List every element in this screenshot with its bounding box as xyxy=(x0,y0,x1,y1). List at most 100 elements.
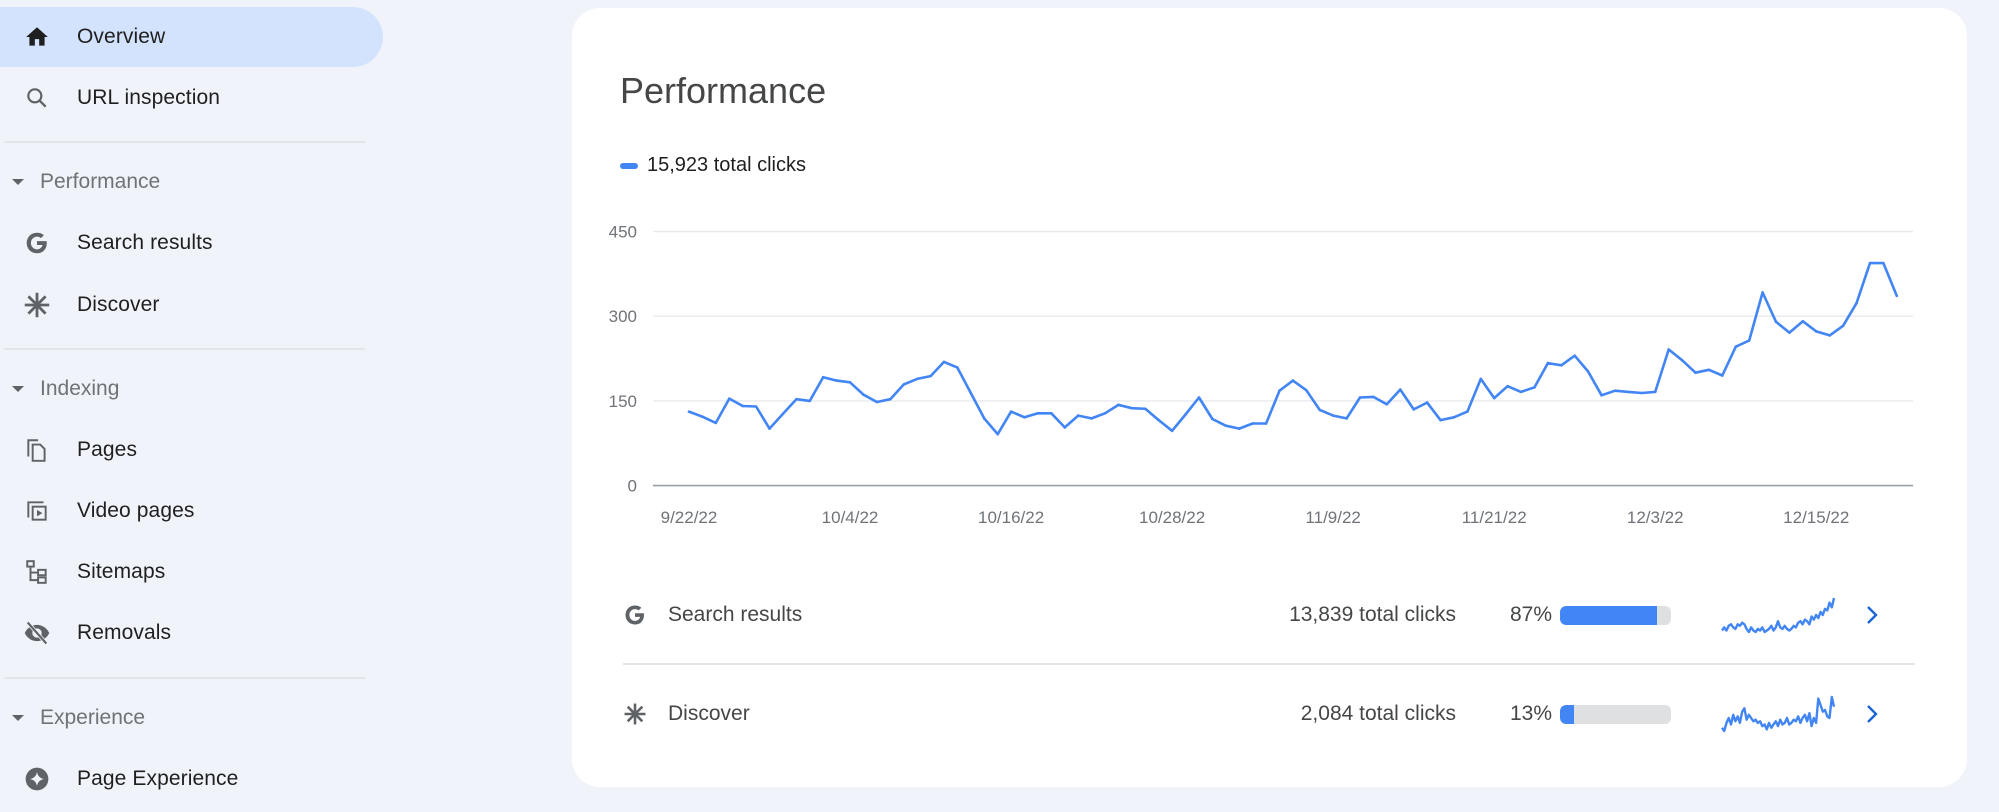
data-point xyxy=(1143,407,1147,411)
data-point xyxy=(848,380,852,384)
data-point xyxy=(956,366,959,369)
data-point xyxy=(1385,402,1389,406)
data-point xyxy=(1841,324,1845,328)
data-point xyxy=(1573,354,1577,358)
data-point xyxy=(862,393,865,396)
data-point xyxy=(1801,319,1805,323)
data-point xyxy=(1170,429,1174,433)
data-point xyxy=(1036,412,1040,415)
data-point xyxy=(996,432,999,436)
data-point xyxy=(1318,408,1322,412)
data-point xyxy=(1090,417,1093,420)
data-point xyxy=(1452,415,1456,419)
row-sparkline xyxy=(1721,695,1835,733)
data-point xyxy=(1667,348,1670,351)
data-point xyxy=(1184,413,1187,416)
row-total-clicks: 13,839 total clicks xyxy=(1289,603,1456,626)
data-point xyxy=(1412,408,1415,411)
sidebar-item-label: Sitemaps xyxy=(77,560,166,583)
data-point xyxy=(1130,406,1134,410)
data-point xyxy=(915,377,919,381)
data-point xyxy=(1331,414,1335,417)
chevron-right-icon[interactable] xyxy=(1860,702,1884,726)
data-point xyxy=(768,427,771,430)
data-point xyxy=(1211,417,1214,421)
data-point xyxy=(1828,334,1831,337)
data-point xyxy=(1694,371,1697,374)
data-point xyxy=(1197,396,1201,399)
page-experience-icon xyxy=(22,764,52,794)
y-tick-label: 450 xyxy=(609,223,637,242)
breakdown-row-search-results[interactable]: Search results 13,839 total clicks 87% xyxy=(622,566,1922,664)
row-label: Discover xyxy=(668,702,750,725)
data-point xyxy=(1466,410,1469,413)
sidebar-item-label: Page Experience xyxy=(77,767,239,790)
data-point xyxy=(1492,396,1496,400)
data-point xyxy=(1761,291,1764,294)
data-point xyxy=(687,410,691,413)
data-point xyxy=(727,397,731,400)
row-percent: 13% xyxy=(1509,702,1552,725)
x-tick-label: 10/16/22 xyxy=(978,508,1044,527)
data-point xyxy=(1613,389,1617,393)
data-point xyxy=(1586,370,1590,373)
y-tick-label: 300 xyxy=(609,307,637,326)
data-point xyxy=(1358,396,1362,399)
x-tick-label: 12/3/22 xyxy=(1627,508,1684,527)
x-tick-label: 11/9/22 xyxy=(1305,508,1360,527)
data-point xyxy=(1479,377,1483,381)
section-toggle-experience[interactable]: Experience xyxy=(0,693,365,743)
data-point xyxy=(714,421,718,425)
data-point xyxy=(795,397,798,401)
x-tick-label: 9/22/22 xyxy=(661,508,718,527)
data-point xyxy=(1291,379,1295,382)
data-point xyxy=(1868,261,1872,265)
y-tick-label: 150 xyxy=(609,392,637,411)
data-point xyxy=(1305,388,1308,392)
section-title: Experience xyxy=(40,706,146,729)
x-tick-label: 11/21/22 xyxy=(1462,508,1527,527)
data-point xyxy=(1264,422,1268,425)
data-point xyxy=(1600,393,1603,397)
asterisk-icon xyxy=(622,701,648,727)
data-point xyxy=(1050,412,1053,415)
breakdown-row-discover[interactable]: Discover 2,084 total clicks 13% xyxy=(622,665,1922,763)
chevron-right-icon[interactable] xyxy=(1860,603,1884,627)
row-percent: 87% xyxy=(1509,603,1552,626)
row-total-clicks: 2,084 total clicks xyxy=(1300,702,1456,725)
data-point xyxy=(1519,390,1523,394)
data-point xyxy=(1076,414,1080,417)
data-point xyxy=(1855,301,1858,305)
data-point xyxy=(1251,422,1254,425)
data-point xyxy=(1117,403,1120,407)
row-share-bar xyxy=(1560,704,1671,724)
data-point xyxy=(902,383,906,386)
row-share-bar xyxy=(1560,605,1671,625)
data-point xyxy=(929,374,932,378)
data-point xyxy=(701,415,704,419)
sidebar-item-page-experience[interactable]: Page Experience xyxy=(0,749,383,809)
data-point xyxy=(1023,415,1026,419)
data-point xyxy=(1747,339,1751,342)
data-point xyxy=(1533,386,1536,389)
x-tick-label: 12/15/22 xyxy=(1783,508,1849,527)
data-point xyxy=(1882,261,1885,265)
sidebar-item-removals[interactable]: Removals xyxy=(0,603,383,663)
data-point xyxy=(1372,395,1375,399)
data-point xyxy=(1895,294,1899,298)
row-label: Search results xyxy=(668,603,803,626)
data-point xyxy=(1788,331,1791,334)
data-point xyxy=(1224,424,1228,428)
row-share-bar-fill xyxy=(1560,704,1575,724)
data-point xyxy=(875,400,879,404)
sitemap-icon xyxy=(22,557,52,587)
data-point xyxy=(969,391,973,395)
data-point xyxy=(1707,368,1711,372)
data-point xyxy=(1774,320,1778,324)
y-tick-label: 0 xyxy=(628,477,637,496)
performance-chart[interactable]: 0 150 300 450 9/22/22 10/4/22 10/16/22 10/28/22… xyxy=(0,0,1999,560)
data-point xyxy=(1345,417,1348,420)
data-point xyxy=(982,417,986,420)
data-point xyxy=(1278,389,1281,393)
eye-off-icon xyxy=(22,618,52,648)
